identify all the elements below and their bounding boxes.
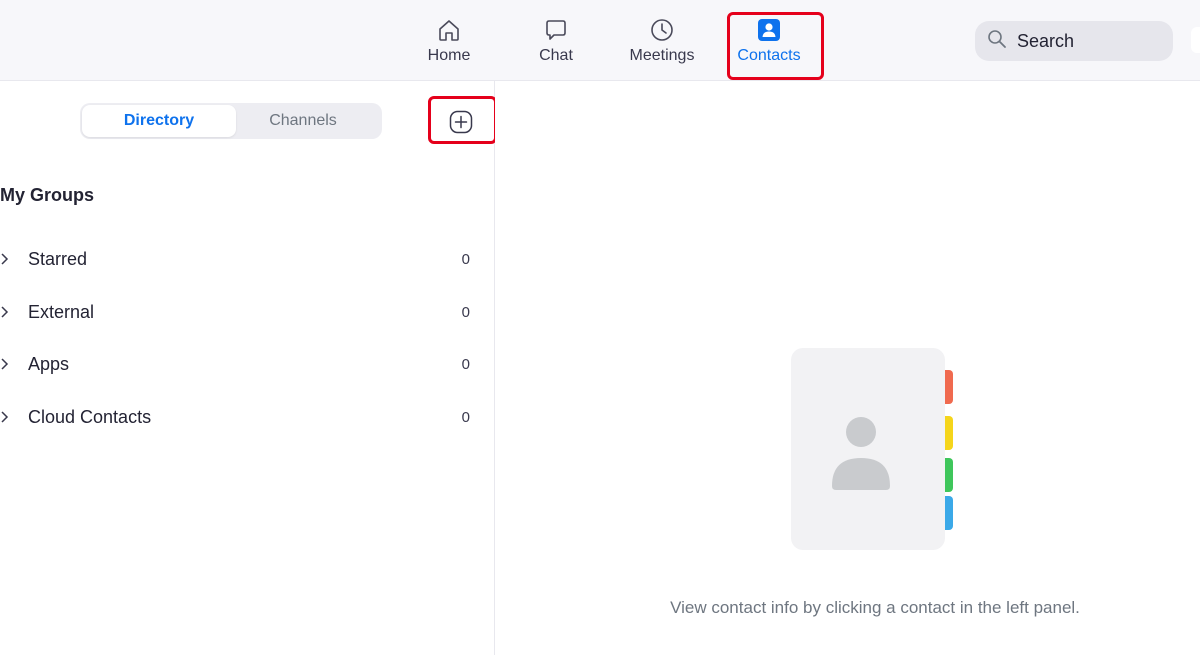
tab-home[interactable]: Home <box>399 16 499 72</box>
search-label: Search <box>1017 30 1075 51</box>
group-name: Apps <box>28 354 70 374</box>
group-count: 0 <box>461 251 470 268</box>
tab-meetings-label: Meetings <box>629 47 695 64</box>
tab-meetings[interactable]: Meetings <box>612 16 712 72</box>
home-icon <box>435 16 463 44</box>
segment-directory[interactable]: Directory <box>82 105 236 137</box>
address-book-icon <box>789 346 964 552</box>
search-icon <box>987 29 1007 54</box>
search-box[interactable]: Search <box>975 21 1173 61</box>
clock-icon <box>648 16 676 44</box>
chevron-right-icon <box>0 409 10 425</box>
chevron-right-icon <box>0 356 10 372</box>
tab-chat-label: Chat <box>539 47 573 64</box>
group-count: 0 <box>461 304 470 321</box>
add-button-highlight <box>428 96 497 144</box>
tab-chat[interactable]: Chat <box>506 16 606 72</box>
my-groups-heading: My Groups <box>0 185 95 205</box>
chevron-right-icon <box>0 251 10 267</box>
contact-detail-panel: View contact info by clicking a contact … <box>495 81 1200 655</box>
tab-home-label: Home <box>427 47 471 64</box>
group-count: 0 <box>461 409 470 426</box>
contacts-sidebar: Directory Channels My Groups Starred 0 E… <box>0 81 497 655</box>
top-navigation-bar: Home Chat Meetings Contacts Search <box>0 0 1200 81</box>
empty-state-message: View contact info by clicking a contact … <box>670 598 1080 617</box>
chat-bubble-icon <box>542 16 570 44</box>
group-cloud-contacts[interactable]: Cloud Contacts 0 <box>0 403 494 443</box>
segment-channels[interactable]: Channels <box>226 105 380 137</box>
group-external[interactable]: External 0 <box>0 298 494 338</box>
group-name: Cloud Contacts <box>28 407 152 427</box>
contacts-tab-highlight <box>727 12 824 80</box>
group-name: Starred <box>28 249 88 269</box>
truncated-toolbar-button[interactable] <box>1191 27 1200 53</box>
directory-channels-switcher: Directory Channels <box>80 103 382 139</box>
group-starred[interactable]: Starred 0 <box>0 245 494 285</box>
group-name: External <box>28 302 95 322</box>
chevron-right-icon <box>0 304 10 320</box>
group-count: 0 <box>461 356 470 373</box>
group-apps[interactable]: Apps 0 <box>0 350 494 390</box>
